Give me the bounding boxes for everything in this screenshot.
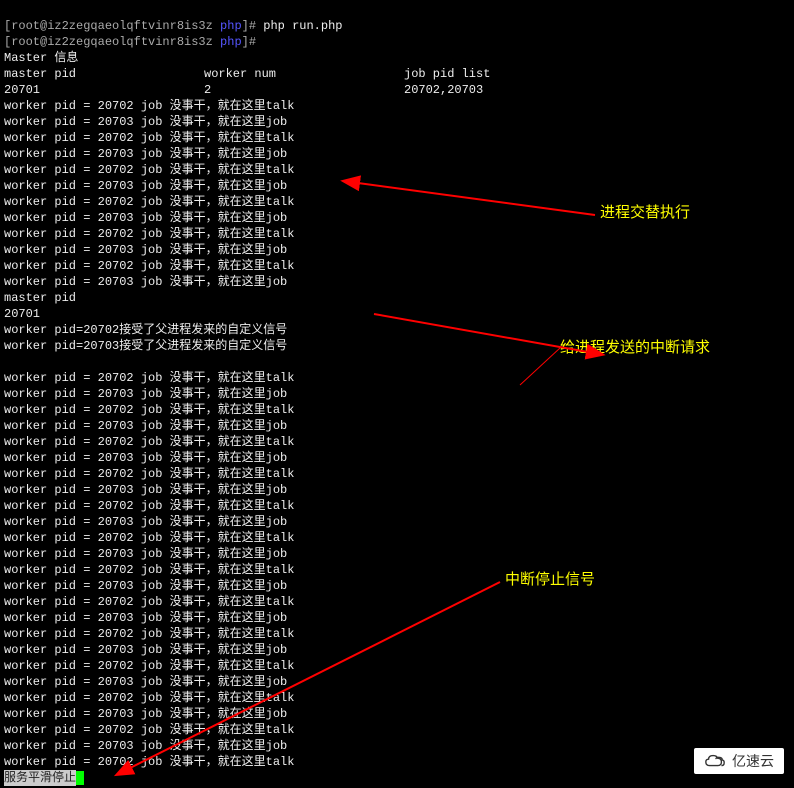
header-row: master pidworker numjob pid list bbox=[4, 67, 490, 81]
worker-line: worker pid = 20703 job 没事干，就在这里job bbox=[4, 211, 287, 225]
worker-line: worker pid = 20702 job 没事干，就在这里talk bbox=[4, 99, 294, 113]
worker-line: worker pid = 20702 job 没事干，就在这里talk bbox=[4, 659, 294, 673]
worker-line: worker pid = 20703 job 没事干，就在这里job bbox=[4, 515, 287, 529]
worker-line: worker pid = 20702 job 没事干，就在这里talk bbox=[4, 627, 294, 641]
signal-line: worker pid=20702接受了父进程发来的自定义信号 bbox=[4, 323, 287, 337]
cloud-icon bbox=[704, 752, 726, 770]
worker-line: worker pid = 20702 job 没事干，就在这里talk bbox=[4, 227, 294, 241]
watermark-badge: 亿速云 bbox=[694, 748, 784, 774]
worker-line: worker pid = 20702 job 没事干，就在这里talk bbox=[4, 755, 294, 769]
worker-line: worker pid = 20702 job 没事干，就在这里talk bbox=[4, 371, 294, 385]
header-values-row: 20701220702,20703 bbox=[4, 83, 483, 97]
worker-line: worker pid = 20703 job 没事干，就在这里job bbox=[4, 579, 287, 593]
worker-line: worker pid = 20702 job 没事干，就在这里talk bbox=[4, 531, 294, 545]
worker-line: worker pid = 20703 job 没事干，就在这里job bbox=[4, 275, 287, 289]
worker-line: worker pid = 20702 job 没事干，就在这里talk bbox=[4, 691, 294, 705]
terminal-output: [root@iz2zegqaeolqftvinr8is3z php]# php … bbox=[0, 0, 794, 788]
annotation-interrupt-request: 给进程发送的中断请求 bbox=[560, 340, 710, 356]
worker-line: worker pid = 20703 job 没事干，就在这里job bbox=[4, 115, 287, 129]
worker-line: worker pid = 20702 job 没事干，就在这里talk bbox=[4, 131, 294, 145]
worker-line: worker pid = 20702 job 没事干，就在这里talk bbox=[4, 435, 294, 449]
master-pid-label: master pid bbox=[4, 291, 76, 305]
prompt-line-2: [root@iz2zegqaeolqftvinr8is3z php]# bbox=[4, 35, 263, 49]
worker-line: worker pid = 20703 job 没事干，就在这里job bbox=[4, 675, 287, 689]
watermark-text: 亿速云 bbox=[732, 753, 774, 769]
worker-line: worker pid = 20702 job 没事干，就在这里talk bbox=[4, 403, 294, 417]
worker-line: worker pid = 20702 job 没事干，就在这里talk bbox=[4, 195, 294, 209]
worker-line: worker pid = 20703 job 没事干，就在这里job bbox=[4, 643, 287, 657]
worker-line: worker pid = 20703 job 没事干，就在这里job bbox=[4, 451, 287, 465]
cursor-icon bbox=[76, 771, 84, 785]
worker-line: worker pid = 20702 job 没事干，就在这里talk bbox=[4, 163, 294, 177]
annotation-stop-signal: 中断停止信号 bbox=[505, 572, 595, 588]
master-pid-value: 20701 bbox=[4, 307, 40, 321]
command-php-run: php run.php bbox=[263, 19, 342, 33]
worker-line: worker pid = 20703 job 没事干，就在这里job bbox=[4, 707, 287, 721]
worker-line: worker pid = 20703 job 没事干，就在这里job bbox=[4, 243, 287, 257]
worker-line: worker pid = 20702 job 没事干，就在这里talk bbox=[4, 723, 294, 737]
worker-line: worker pid = 20703 job 没事干，就在这里job bbox=[4, 547, 287, 561]
worker-line: worker pid = 20702 job 没事干，就在这里talk bbox=[4, 563, 294, 577]
worker-line: worker pid = 20703 job 没事干，就在这里job bbox=[4, 419, 287, 433]
worker-block-2: worker pid = 20702 job 没事干，就在这里talk work… bbox=[4, 370, 790, 770]
worker-line: worker pid = 20703 job 没事干，就在这里job bbox=[4, 179, 287, 193]
prompt-line-1: [root@iz2zegqaeolqftvinr8is3z php]# bbox=[4, 19, 263, 33]
worker-line: worker pid = 20703 job 没事干，就在这里job bbox=[4, 739, 287, 753]
worker-line: worker pid = 20703 job 没事干，就在这里job bbox=[4, 387, 287, 401]
annotation-alternate-exec: 进程交替执行 bbox=[600, 205, 690, 221]
worker-line: worker pid = 20702 job 没事干，就在这里talk bbox=[4, 467, 294, 481]
worker-line: worker pid = 20702 job 没事干，就在这里talk bbox=[4, 499, 294, 513]
worker-line: worker pid = 20703 job 没事干，就在这里job bbox=[4, 147, 287, 161]
master-info-header: Master 信息 bbox=[4, 51, 78, 65]
worker-line: worker pid = 20703 job 没事干，就在这里job bbox=[4, 483, 287, 497]
worker-block-1: worker pid = 20702 job 没事干，就在这里talk work… bbox=[4, 98, 790, 290]
worker-line: worker pid = 20702 job 没事干，就在这里talk bbox=[4, 595, 294, 609]
worker-line: worker pid = 20702 job 没事干，就在这里talk bbox=[4, 259, 294, 273]
worker-line: worker pid = 20703 job 没事干，就在这里job bbox=[4, 611, 287, 625]
signal-line: worker pid=20703接受了父进程发来的自定义信号 bbox=[4, 339, 287, 353]
